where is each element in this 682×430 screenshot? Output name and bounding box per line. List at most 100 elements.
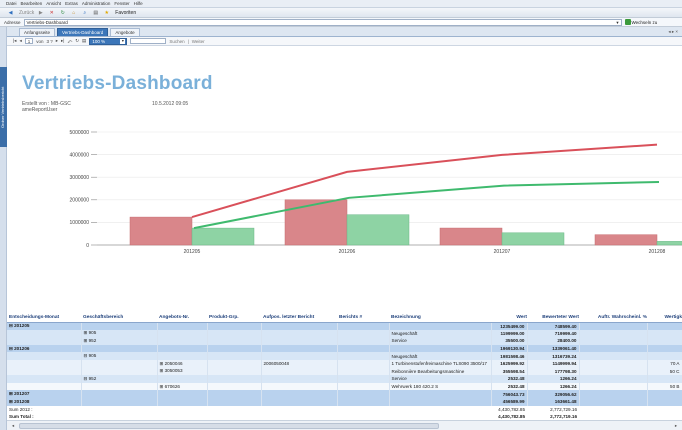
menu-item-window[interactable]: Fenster [114,1,129,6]
menu-item-tools[interactable]: Extras [65,1,78,6]
table-cell[interactable]: ⊞ 670626 [157,382,208,391]
column-header[interactable]: Wert [491,313,527,323]
menu-item-help[interactable]: Hilfe [134,1,143,6]
page-number-input[interactable]: 1 [24,38,34,44]
table-cell[interactable]: ⊞ 2050046 [157,359,208,368]
first-page-icon[interactable]: |◂ [13,38,16,44]
table-cell: 50 C [647,367,682,376]
report-date: 10.5.2012 09:05 [152,101,189,107]
table-cell [81,359,158,368]
table-cell[interactable]: ⊞ 3050053 [157,367,208,376]
table-cell: 2532.48 [491,382,528,391]
column-header[interactable]: Bezeichnung [389,313,491,323]
stop-button[interactable]: ✕ [47,9,56,16]
table-row: ⊟ 201206 1969130.94 1339061.40 [7,344,682,353]
table-cell [579,375,648,383]
table-cell: 1625999.92 [491,359,528,368]
table-cell: Sum 2012 : [7,405,81,414]
home-button[interactable]: ⌂ [69,9,78,16]
table-body: ⊟ 201205 1235499.00 748599.40 ⊞ 905 Neugesch… [7,322,682,421]
scrollbar-thumb[interactable] [19,423,439,429]
table-cell[interactable]: ⊞ 905 [81,329,158,338]
table-cell[interactable]: ⊞ 201208 [7,397,82,406]
next-link[interactable]: Weiter [192,39,205,44]
print-report-icon[interactable]: ▤ [82,38,86,44]
menu-item-administration[interactable]: Administration [82,1,111,6]
address-label: Adresse [4,19,21,25]
column-header[interactable]: Geschäftsbereich [81,313,157,323]
table-cell: 4,430,782.85 [491,405,527,414]
menu-item-edit[interactable]: Bearbeiten [21,1,43,6]
table-cell: 355598.54 [491,367,528,376]
column-header[interactable]: Wertigk [647,313,682,323]
table-cell[interactable]: ⊟ 952 [81,375,158,383]
search-button[interactable]: ⌕ [80,9,89,16]
table-cell: 28400.00 [527,337,580,345]
print-icon: ▤ [93,9,99,16]
column-header[interactable]: Angebots-Nr. [157,313,207,323]
column-header[interactable]: Aufpos. letzter Bericht [261,313,337,323]
column-header[interactable]: Produkt-Grp. [207,313,261,323]
table-cell [261,405,337,414]
last-page-icon[interactable]: ▸| [61,38,64,44]
address-input[interactable]: Vertriebs-Dashboard ▼ [23,18,622,26]
refresh-button[interactable]: ↻ [58,9,67,16]
table-cell: 756043.73 [491,390,528,398]
back-button[interactable]: ◀ [6,9,15,16]
tab-start-page[interactable]: Anfangsseite [19,28,56,36]
table-cell[interactable]: ⊞ 952 [81,337,158,345]
table-row: ⊞ 2050046 2006050048 1 Turbinenstufenfreim… [7,359,682,368]
column-header[interactable]: Berichts # [337,313,389,323]
refresh-report-icon[interactable]: ↻ [75,38,79,44]
table-cell [337,359,390,368]
cumulative-value-line [191,143,658,219]
horizontal-scrollbar[interactable]: ◂ ▸ [7,420,682,430]
table-cell [337,405,389,414]
favorites-label[interactable]: Favoriten [115,10,136,16]
zoom-select[interactable]: 100 % ▼ [89,37,128,45]
table-cell[interactable]: ⊟ 201205 [7,322,82,330]
bar-value [594,234,658,246]
toolbar: ◀ Zurück ▶ ✕ ↻ ⌂ ⌕ ▤ ★ Favoriten [0,8,682,18]
table-cell [81,382,158,391]
menu-item-file[interactable]: Datei [6,1,17,6]
print-button[interactable]: ▤ [91,9,100,16]
page-total: 3 ? [46,38,53,44]
forward-button[interactable]: ▶ [36,9,45,16]
table-cell [81,367,158,376]
chevron-down-icon[interactable]: ▼ [616,20,620,26]
tab-navigation-controls[interactable]: ◂ ▸ × [668,29,678,35]
address-value: Vertriebs-Dashboard [26,19,68,25]
back-label: Zurück [19,9,35,16]
table-cell [389,322,492,330]
column-header[interactable]: Auftr. Wahrscheinl. % [579,313,647,323]
tab-sales-dashboard[interactable]: Vertriebs-Dashboard [57,28,109,36]
address-bar: Adresse Vertriebs-Dashboard ▼ Wechseln z… [0,18,682,27]
previous-page-icon[interactable]: ◂ [19,38,21,44]
document-tabs: Anfangsseite Vertriebs-Dashboard Angebot… [7,27,682,37]
scroll-right-icon[interactable]: ▸ [672,422,680,430]
table-cell[interactable]: ⊞ 201207 [7,390,82,398]
next-page-icon[interactable]: ▸ [56,38,58,44]
table-cell: Service [389,337,492,345]
table-cell [261,367,338,376]
favorites-button[interactable]: ★ [102,9,111,16]
tab-offers[interactable]: Angebote [110,28,140,36]
menu-item-view[interactable]: Ansicht [46,1,61,6]
find-input[interactable] [130,38,167,44]
go-button[interactable]: Wechseln zu [624,19,657,25]
side-panel-tab[interactable]: Ordner Vertriebsbericht [0,67,7,147]
back-arrow-icon: ◀ [8,9,13,16]
bar-weighted [656,241,682,246]
table-cell [579,337,648,345]
table-cell[interactable]: ⊟ 905 [81,352,158,360]
back-to-parent-icon[interactable]: ⤺ [67,39,72,44]
y-tick-label: 5000000 [70,130,90,136]
column-header[interactable]: Bewerteter Wert [527,313,579,323]
table-cell[interactable]: ⊟ 201206 [7,344,82,353]
column-header[interactable]: Entscheidungs-Monat [7,313,81,323]
find-link[interactable]: Suchen [169,39,184,44]
table-cell: Service [389,375,492,383]
table-cell [579,405,647,414]
scroll-left-icon[interactable]: ◂ [9,422,17,430]
